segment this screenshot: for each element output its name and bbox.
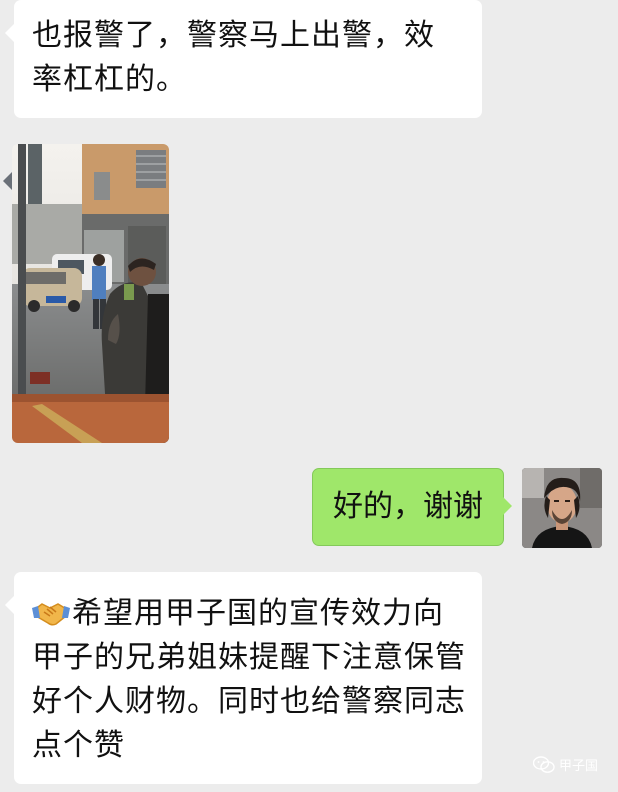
street-photo — [12, 144, 169, 443]
message-bubble-outgoing[interactable]: 好的，谢谢 — [312, 468, 512, 546]
image-message[interactable] — [12, 144, 169, 443]
image-bubble-tail — [3, 172, 12, 190]
handshake-icon — [32, 597, 70, 627]
message-bubble-incoming[interactable]: 也报警了，警察马上出警，效率杠杠的。 — [5, 0, 482, 118]
watermark: 甲子国 — [532, 755, 598, 774]
watermark-text: 甲子国 — [558, 759, 598, 774]
user-avatar[interactable] — [522, 468, 602, 548]
message-text: 也报警了，警察马上出警，效率杠杠的。 — [32, 18, 435, 97]
message-bubble-incoming[interactable]: 希望用甲子国的宣传效力向甲子的兄弟姐妹提醒下注意保管好个人财物。同时也给警察同志… — [5, 572, 482, 784]
wechat-icon — [532, 755, 555, 774]
message-text: 好的，谢谢 — [333, 489, 483, 524]
message-text: 希望用甲子国的宣传效力向甲子的兄弟姐妹提醒下注意保管好个人财物。同时也给警察同志… — [32, 596, 466, 763]
avatar-portrait — [522, 468, 602, 548]
